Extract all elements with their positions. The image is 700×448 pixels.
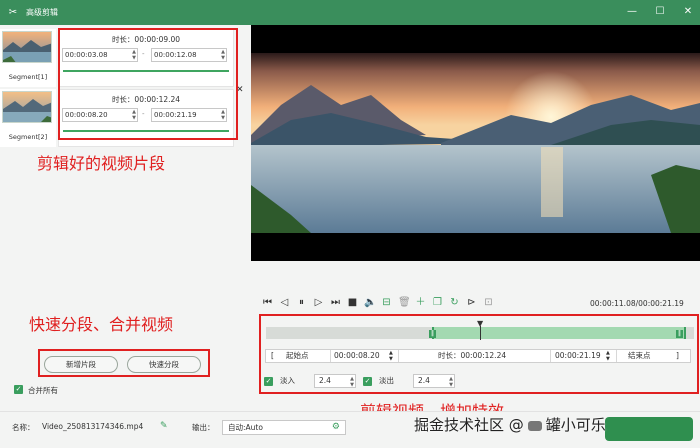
maximize-icon[interactable]: ☐ [654, 6, 666, 18]
playhead-icon[interactable]: ▼ [477, 320, 485, 328]
merge-all-checkbox[interactable]: ✓ [14, 385, 23, 394]
split-icon[interactable]: ⊟ [381, 297, 392, 309]
pause-icon[interactable]: ⏸ [296, 297, 307, 309]
trim-duration: 时长：00:00:12.24 [438, 351, 507, 360]
right-bracket: ] [676, 351, 679, 360]
spinner-icon[interactable]: ▲ ▼ [389, 350, 393, 362]
trim-timeline[interactable]: ‖ ‖ ▼ [266, 320, 694, 344]
file-name: Video_250813174346.mp4 [42, 422, 144, 431]
delete-icon[interactable]: 🗑 [398, 297, 411, 309]
selected-range[interactable] [432, 327, 686, 339]
clips-annotation: 剪辑好的视频片段 [37, 154, 166, 173]
export-button[interactable] [605, 417, 693, 441]
thumbnail-image [2, 31, 52, 63]
add-icon[interactable]: ＋ [415, 297, 426, 309]
video-preview[interactable] [251, 25, 700, 261]
fade-out-input[interactable]: 2.4 ▲ ▼ [413, 374, 455, 388]
minimize-icon[interactable]: — [626, 6, 638, 18]
gear-icon[interactable]: ⚙ [332, 421, 340, 434]
output-select[interactable]: 自动:Auto ⚙ [222, 420, 346, 435]
split-merge-annotation: 快速分段、合并视频 [29, 315, 174, 334]
start-value-field[interactable]: 00:00:08.20 [334, 350, 380, 362]
left-bracket: [ [271, 351, 274, 360]
spinner-icon[interactable]: ▲ ▼ [350, 376, 354, 388]
segment-thumbnail[interactable]: Segment[1] [0, 29, 56, 87]
copy-icon[interactable]: ❐ [432, 297, 443, 309]
playhead-line [480, 326, 481, 340]
segment-label: Segment[2] [8, 133, 48, 141]
volume-icon[interactable]: 🔈 [364, 297, 376, 309]
segment-thumbnail[interactable]: Segment[2] [0, 89, 56, 147]
fade-out-label: 淡出 [379, 376, 394, 385]
segment-panel: Segment[1] 时长：00:00:09.00 00:00:03.08 ▲ ▼ … [0, 25, 250, 411]
watermark: 掘金技术社区 @ 罐小可乐 [414, 416, 606, 434]
app-logo-icon: ✂ [8, 6, 18, 18]
spinner-icon[interactable]: ▲ ▼ [449, 376, 453, 388]
output-label: 输出： [192, 423, 215, 432]
prev-frame-icon[interactable]: ◁ [279, 297, 290, 309]
thumbnail-image [2, 91, 52, 123]
spinner-icon[interactable]: ▲ ▼ [606, 350, 610, 362]
fade-out-checkbox[interactable]: ✓ [363, 377, 372, 386]
range-start-handle[interactable]: ‖ [429, 330, 436, 338]
fade-in-input[interactable]: 2.4 ▲ ▼ [314, 374, 356, 388]
player-controls: ⏮ ◁ ⏸ ▷ ⏭ ■ 🔈 ⊟ 🗑 ＋ ❐ ↻ ⊳ ⊡ [262, 296, 494, 310]
next-frame-icon[interactable]: ▷ [313, 297, 324, 309]
set-end-icon[interactable]: ⊡ [483, 297, 494, 309]
avatar-icon [527, 420, 542, 431]
edit-name-icon[interactable]: ✎ [160, 421, 168, 431]
set-start-button[interactable]: 起始点 [286, 350, 309, 362]
range-end-handle[interactable]: ‖ [676, 330, 683, 338]
jump-to-start-icon[interactable]: ⏮ [262, 297, 273, 309]
jump-to-end-icon[interactable]: ⏭ [330, 297, 341, 309]
stop-icon[interactable]: ■ [347, 297, 358, 309]
trim-bar: [ 起始点 00:00:08.20 ▲ ▼ 时长：00:00:12.24 00:0… [265, 349, 691, 363]
add-segment-button[interactable]: 新增片段 [44, 356, 118, 373]
title-bar: ✂ 高级剪辑 — ☐ ✕ [0, 0, 700, 25]
fade-in-checkbox[interactable]: ✓ [264, 377, 273, 386]
window-title: 高级剪辑 [26, 8, 58, 17]
segment-label: Segment[1] [8, 73, 48, 81]
time-readout: 00:00:11.08/00:00:21.19 [590, 299, 684, 308]
reset-icon[interactable]: ↻ [449, 297, 460, 309]
merge-all-label: 合并所有 [28, 386, 58, 395]
clips-annotation-box [58, 28, 238, 140]
set-end-button[interactable]: 结束点 [628, 350, 651, 362]
quick-split-button[interactable]: 快速分段 [127, 356, 201, 373]
fade-in-label: 淡入 [280, 376, 295, 385]
close-icon[interactable]: ✕ [682, 6, 694, 18]
end-value-field[interactable]: 00:00:21.19 [555, 350, 601, 362]
name-label: 名称： [12, 423, 35, 432]
set-start-icon[interactable]: ⊳ [466, 297, 477, 309]
video-frame-image [251, 25, 700, 261]
